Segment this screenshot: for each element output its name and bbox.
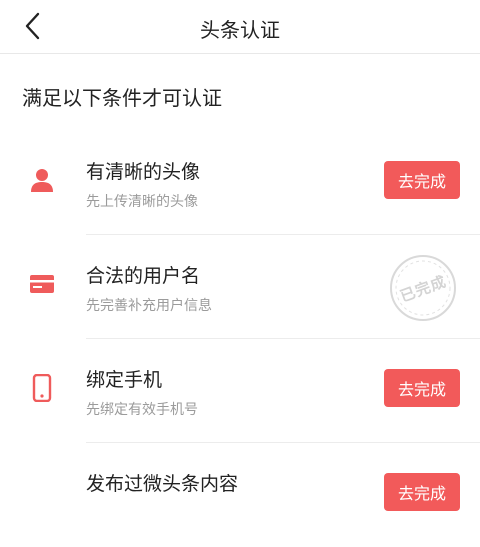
condition-row-post: 发布过微头条内容 去完成 (0, 443, 480, 547)
complete-post-button[interactable]: 去完成 (384, 473, 460, 511)
condition-desc: 先绑定有效手机号 (86, 402, 198, 418)
completed-stamp: 已完成 (388, 253, 458, 323)
conditions-intro: 满足以下条件才可认证 (22, 86, 222, 110)
condition-name: 发布过微头条内容 (86, 473, 239, 495)
bind-phone-button[interactable]: 去完成 (384, 369, 460, 407)
condition-name: 绑定手机 (86, 369, 163, 391)
condition-row-username: 合法的用户名 先完善补充用户信息 已完成 (0, 235, 480, 339)
top-bar: 头条认证 (0, 0, 480, 54)
condition-name: 有清晰的头像 (86, 161, 201, 183)
condition-row-avatar: 有清晰的头像 先上传清晰的头像 去完成 (0, 131, 480, 235)
condition-row-phone: 绑定手机 先绑定有效手机号 去完成 (0, 339, 480, 443)
condition-desc: 先完善补充用户信息 (86, 298, 212, 314)
complete-avatar-button[interactable]: 去完成 (384, 161, 460, 199)
person-icon (27, 165, 57, 195)
condition-desc: 先上传清晰的头像 (86, 194, 198, 210)
phone-icon (27, 373, 57, 403)
page-title: 头条认证 (200, 18, 280, 42)
id-card-icon (27, 269, 57, 299)
post-icon (27, 477, 57, 507)
condition-name: 合法的用户名 (86, 265, 201, 287)
